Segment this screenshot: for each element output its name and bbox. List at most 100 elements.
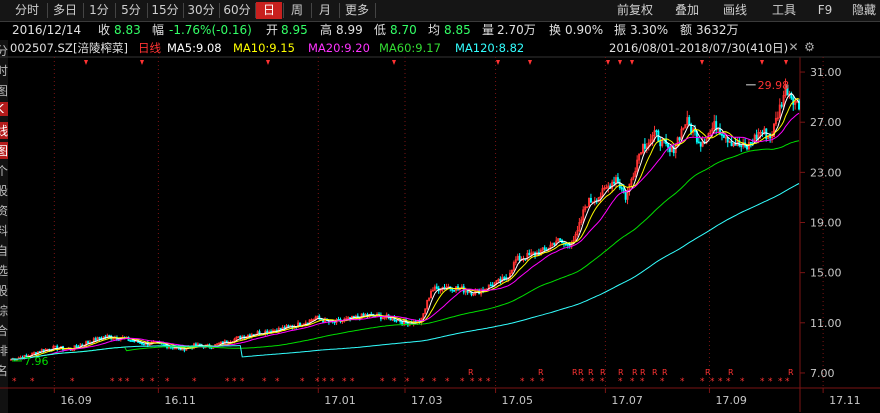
candle-body bbox=[564, 243, 567, 246]
candle-body bbox=[129, 340, 132, 342]
event-star-marker: * bbox=[478, 377, 483, 387]
candle-body bbox=[688, 117, 691, 125]
event-star-marker: * bbox=[110, 377, 115, 387]
event-r-marker: R bbox=[618, 368, 624, 377]
event-star-marker: * bbox=[300, 377, 305, 387]
event-flag-marker bbox=[266, 60, 270, 65]
candle-body bbox=[164, 343, 167, 346]
event-r-marker: R bbox=[728, 368, 734, 377]
candle-body bbox=[616, 177, 619, 184]
event-star-marker: * bbox=[660, 377, 665, 387]
candle-body bbox=[697, 141, 700, 144]
x-tick-label: 17.07 bbox=[611, 394, 643, 407]
candle-body bbox=[218, 343, 221, 345]
min-price-label: 7.96 bbox=[24, 355, 49, 368]
event-star-marker: * bbox=[262, 377, 267, 387]
event-star-marker: * bbox=[530, 377, 535, 387]
event-star-marker: * bbox=[726, 377, 731, 387]
candle-body bbox=[730, 141, 733, 147]
event-star-marker: * bbox=[640, 377, 645, 387]
candle-body bbox=[194, 343, 197, 346]
candle-body bbox=[518, 255, 521, 261]
event-star-marker: * bbox=[420, 377, 425, 387]
candle-body bbox=[655, 130, 658, 133]
candle-body bbox=[543, 247, 546, 251]
candle-body bbox=[395, 320, 398, 322]
candle-body bbox=[780, 104, 783, 107]
event-star-marker: * bbox=[470, 377, 475, 387]
candle-body bbox=[362, 313, 365, 317]
candle-body bbox=[503, 277, 506, 280]
candle-body bbox=[54, 345, 57, 348]
event-flag-marker bbox=[700, 60, 704, 65]
event-star-marker: * bbox=[630, 377, 635, 387]
event-star-marker: * bbox=[520, 377, 525, 387]
candle-body bbox=[643, 143, 646, 149]
candle-body bbox=[94, 338, 97, 342]
event-r-marker: R bbox=[578, 368, 584, 377]
event-star-marker: * bbox=[700, 377, 705, 387]
event-star-marker: * bbox=[392, 377, 397, 387]
candle-body bbox=[620, 187, 623, 190]
event-r-marker: R bbox=[705, 368, 711, 377]
candle-body bbox=[740, 145, 743, 148]
candle-body bbox=[131, 340, 134, 342]
event-star-marker: * bbox=[70, 377, 75, 387]
event-star-marker: * bbox=[580, 377, 585, 387]
candle-body bbox=[489, 284, 492, 287]
candle-body bbox=[108, 335, 111, 337]
x-tick-label: 17.03 bbox=[411, 394, 443, 407]
event-star-marker: * bbox=[342, 377, 347, 387]
candle-body bbox=[139, 341, 142, 344]
event-star-marker: * bbox=[380, 377, 385, 387]
event-star-marker: * bbox=[140, 377, 145, 387]
candle-body bbox=[98, 337, 101, 340]
candle-body bbox=[435, 286, 438, 289]
x-tick-label: 17.11 bbox=[829, 394, 861, 407]
candle-body bbox=[659, 141, 662, 147]
event-star-marker: * bbox=[315, 377, 320, 387]
event-flag-marker bbox=[84, 60, 88, 65]
event-star-marker: * bbox=[330, 377, 335, 387]
event-r-marker: R bbox=[600, 368, 606, 377]
x-tick-label: 16.09 bbox=[60, 394, 92, 407]
candle-body bbox=[142, 343, 145, 346]
event-star-marker: * bbox=[710, 377, 715, 387]
candle-body bbox=[720, 133, 723, 136]
event-star-marker: * bbox=[150, 377, 155, 387]
event-star-marker: * bbox=[618, 377, 623, 387]
candle-body bbox=[453, 289, 456, 292]
event-star-marker: * bbox=[740, 377, 745, 387]
event-star-marker: * bbox=[118, 377, 123, 387]
x-tick-label: 17.05 bbox=[502, 394, 534, 407]
event-r-marker: R bbox=[640, 368, 646, 377]
candle-body bbox=[559, 238, 562, 241]
candle-body bbox=[613, 181, 616, 184]
event-star-marker: * bbox=[778, 377, 783, 387]
event-flag-marker bbox=[496, 60, 500, 65]
candle-body bbox=[566, 243, 569, 246]
event-star-marker: * bbox=[12, 377, 17, 387]
event-star-marker: * bbox=[432, 377, 437, 387]
event-star-marker: * bbox=[445, 377, 450, 387]
candle-body bbox=[722, 134, 725, 138]
event-star-marker: * bbox=[165, 377, 170, 387]
candle-body bbox=[173, 347, 176, 350]
event-star-marker: * bbox=[192, 377, 197, 387]
candle-body bbox=[133, 340, 136, 343]
event-flag-marker bbox=[784, 60, 788, 65]
candle-body bbox=[667, 143, 669, 148]
event-star-marker: * bbox=[225, 377, 230, 387]
y-tick-label: 15.00 bbox=[810, 267, 842, 280]
candle-body bbox=[553, 242, 556, 245]
candle-body bbox=[75, 345, 78, 348]
max-price-label: 29.98 bbox=[758, 79, 790, 92]
event-star-marker: * bbox=[240, 377, 245, 387]
event-star-marker: * bbox=[760, 377, 765, 387]
candle-body bbox=[141, 342, 143, 345]
event-flag-marker bbox=[630, 60, 634, 65]
x-tick-label: 17.01 bbox=[324, 394, 356, 407]
event-star-marker: * bbox=[405, 377, 410, 387]
event-star-marker: * bbox=[785, 377, 790, 387]
event-star-marker: * bbox=[232, 377, 237, 387]
